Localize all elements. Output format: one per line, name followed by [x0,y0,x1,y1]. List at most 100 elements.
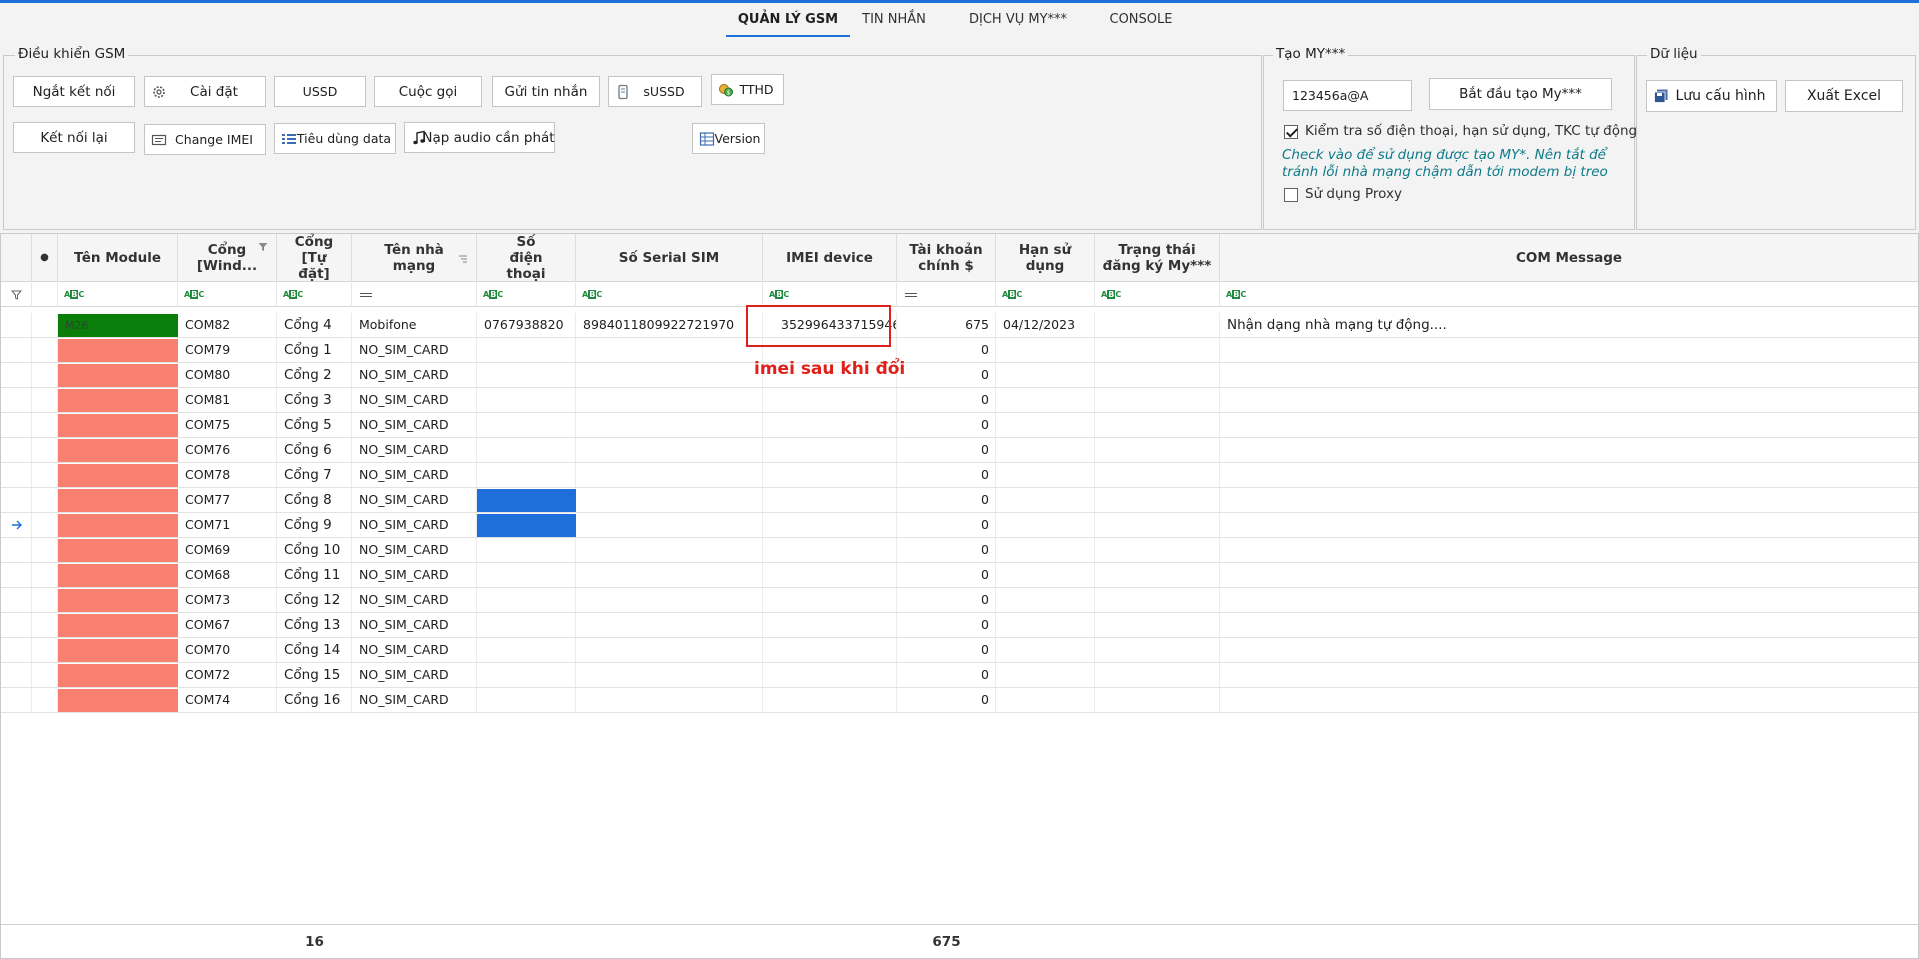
cell-phone[interactable]: 0767938820 [477,313,576,337]
table-row[interactable]: COM79 Cổng 1 NO_SIM_CARD 0 [1,338,1918,363]
cell-expiry[interactable] [996,413,1095,437]
cell-balance[interactable]: 0 [897,338,996,362]
cell-port[interactable]: Cổng 1 [277,338,352,362]
cell-imei[interactable] [763,388,897,412]
cell-imei[interactable] [763,563,897,587]
cell-message[interactable] [1220,338,1918,362]
row-indicator[interactable] [1,488,32,512]
table-row[interactable]: COM76 Cổng 6 NO_SIM_CARD 0 [1,438,1918,463]
disconnect-button[interactable]: Ngắt kết nối [13,76,135,107]
tab-gsm-management[interactable]: QUẢN LÝ GSM [726,3,850,37]
cell-message[interactable] [1220,463,1918,487]
module-status-cell[interactable] [58,339,178,362]
cell-expiry[interactable] [996,363,1095,387]
cell-imei[interactable] [763,688,897,712]
col-balance[interactable]: Tài khoản chính $ [897,234,996,282]
cell-expiry[interactable] [996,513,1095,537]
cell-carrier[interactable]: NO_SIM_CARD [352,513,477,537]
row-dot-cell[interactable] [32,688,58,712]
cell-expiry[interactable] [996,663,1095,687]
cell-port[interactable]: Cổng 7 [277,463,352,487]
cell-status[interactable] [1095,513,1220,537]
sussd-button[interactable]: sUSSD [608,76,702,107]
cell-com[interactable]: COM81 [178,388,277,412]
cell-serial[interactable] [576,513,763,537]
table-row[interactable]: M26 COM82 Cổng 4 Mobifone 0767938820 89840118… [1,313,1918,338]
cell-balance[interactable]: 0 [897,438,996,462]
cell-com[interactable]: COM67 [178,613,277,637]
cell-phone[interactable] [477,663,576,687]
filter-cell-serial[interactable]: ABC [576,283,763,307]
module-status-cell[interactable] [58,539,178,562]
module-status-cell[interactable] [58,364,178,387]
cell-message[interactable] [1220,388,1918,412]
cell-com[interactable]: COM80 [178,363,277,387]
table-row[interactable]: COM67 Cổng 13 NO_SIM_CARD 0 [1,613,1918,638]
cell-status[interactable] [1095,638,1220,662]
cell-status[interactable] [1095,313,1220,337]
module-status-cell[interactable] [58,639,178,662]
cell-com[interactable]: COM78 [178,463,277,487]
row-indicator[interactable] [1,538,32,562]
cell-balance[interactable]: 0 [897,663,996,687]
cell-com[interactable]: COM70 [178,638,277,662]
cell-com[interactable]: COM72 [178,663,277,687]
cell-message[interactable] [1220,688,1918,712]
cell-phone[interactable] [477,413,576,437]
table-row[interactable]: COM78 Cổng 7 NO_SIM_CARD 0 [1,463,1918,488]
cell-serial[interactable] [576,463,763,487]
cell-phone[interactable] [477,388,576,412]
cell-imei[interactable] [763,538,897,562]
cell-port[interactable]: Cổng 5 [277,413,352,437]
ussd-button[interactable]: USSD [274,76,366,107]
cell-port[interactable]: Cổng 14 [277,638,352,662]
cell-expiry[interactable] [996,563,1095,587]
reconnect-button[interactable]: Kết nối lại [13,122,135,153]
cell-carrier[interactable]: NO_SIM_CARD [352,613,477,637]
cell-message[interactable] [1220,613,1918,637]
cell-status[interactable] [1095,688,1220,712]
module-status-cell[interactable] [58,389,178,412]
cell-carrier[interactable]: NO_SIM_CARD [352,413,477,437]
row-indicator[interactable] [1,588,32,612]
cell-expiry[interactable] [996,338,1095,362]
cell-port[interactable]: Cổng 15 [277,663,352,687]
row-dot-cell[interactable] [32,363,58,387]
col-imei[interactable]: IMEI device [763,234,897,282]
cell-status[interactable] [1095,438,1220,462]
col-expiry[interactable]: Hạn sử dụng [996,234,1095,282]
cell-serial[interactable] [576,638,763,662]
cell-serial[interactable] [576,688,763,712]
cell-carrier[interactable]: NO_SIM_CARD [352,538,477,562]
cell-message[interactable] [1220,563,1918,587]
cell-serial[interactable] [576,338,763,362]
load-audio-button[interactable]: Nạp audio cần phát [404,122,555,153]
cell-status[interactable] [1095,413,1220,437]
password-input[interactable]: 123456a@A [1283,80,1412,111]
cell-port[interactable]: Cổng 10 [277,538,352,562]
table-row[interactable]: COM73 Cổng 12 NO_SIM_CARD 0 [1,588,1918,613]
export-excel-button[interactable]: Xuất Excel [1785,80,1903,112]
cell-serial[interactable] [576,538,763,562]
cell-com[interactable]: COM77 [178,488,277,512]
save-config-button[interactable]: Lưu cấu hình [1646,80,1777,112]
col-module[interactable]: Tên Module [58,234,178,282]
filter-cell-reg-status[interactable]: ABC [1095,283,1220,307]
cell-carrier[interactable]: NO_SIM_CARD [352,663,477,687]
module-status-cell[interactable] [58,614,178,637]
row-dot-cell[interactable] [32,463,58,487]
cell-phone[interactable] [477,338,576,362]
cell-expiry[interactable] [996,388,1095,412]
filter-cell-phone[interactable]: ABC [477,283,576,307]
table-row[interactable]: COM81 Cổng 3 NO_SIM_CARD 0 [1,388,1918,413]
cell-carrier[interactable]: NO_SIM_CARD [352,388,477,412]
cell-balance[interactable]: 0 [897,513,996,537]
cell-status[interactable] [1095,488,1220,512]
cell-phone[interactable] [477,463,576,487]
row-indicator[interactable] [1,563,32,587]
cell-carrier[interactable]: NO_SIM_CARD [352,488,477,512]
cell-imei[interactable] [763,438,897,462]
settings-button[interactable]: Cài đặt [144,76,266,107]
data-usage-button[interactable]: Tiêu dùng data [274,123,396,154]
cell-message[interactable] [1220,488,1918,512]
